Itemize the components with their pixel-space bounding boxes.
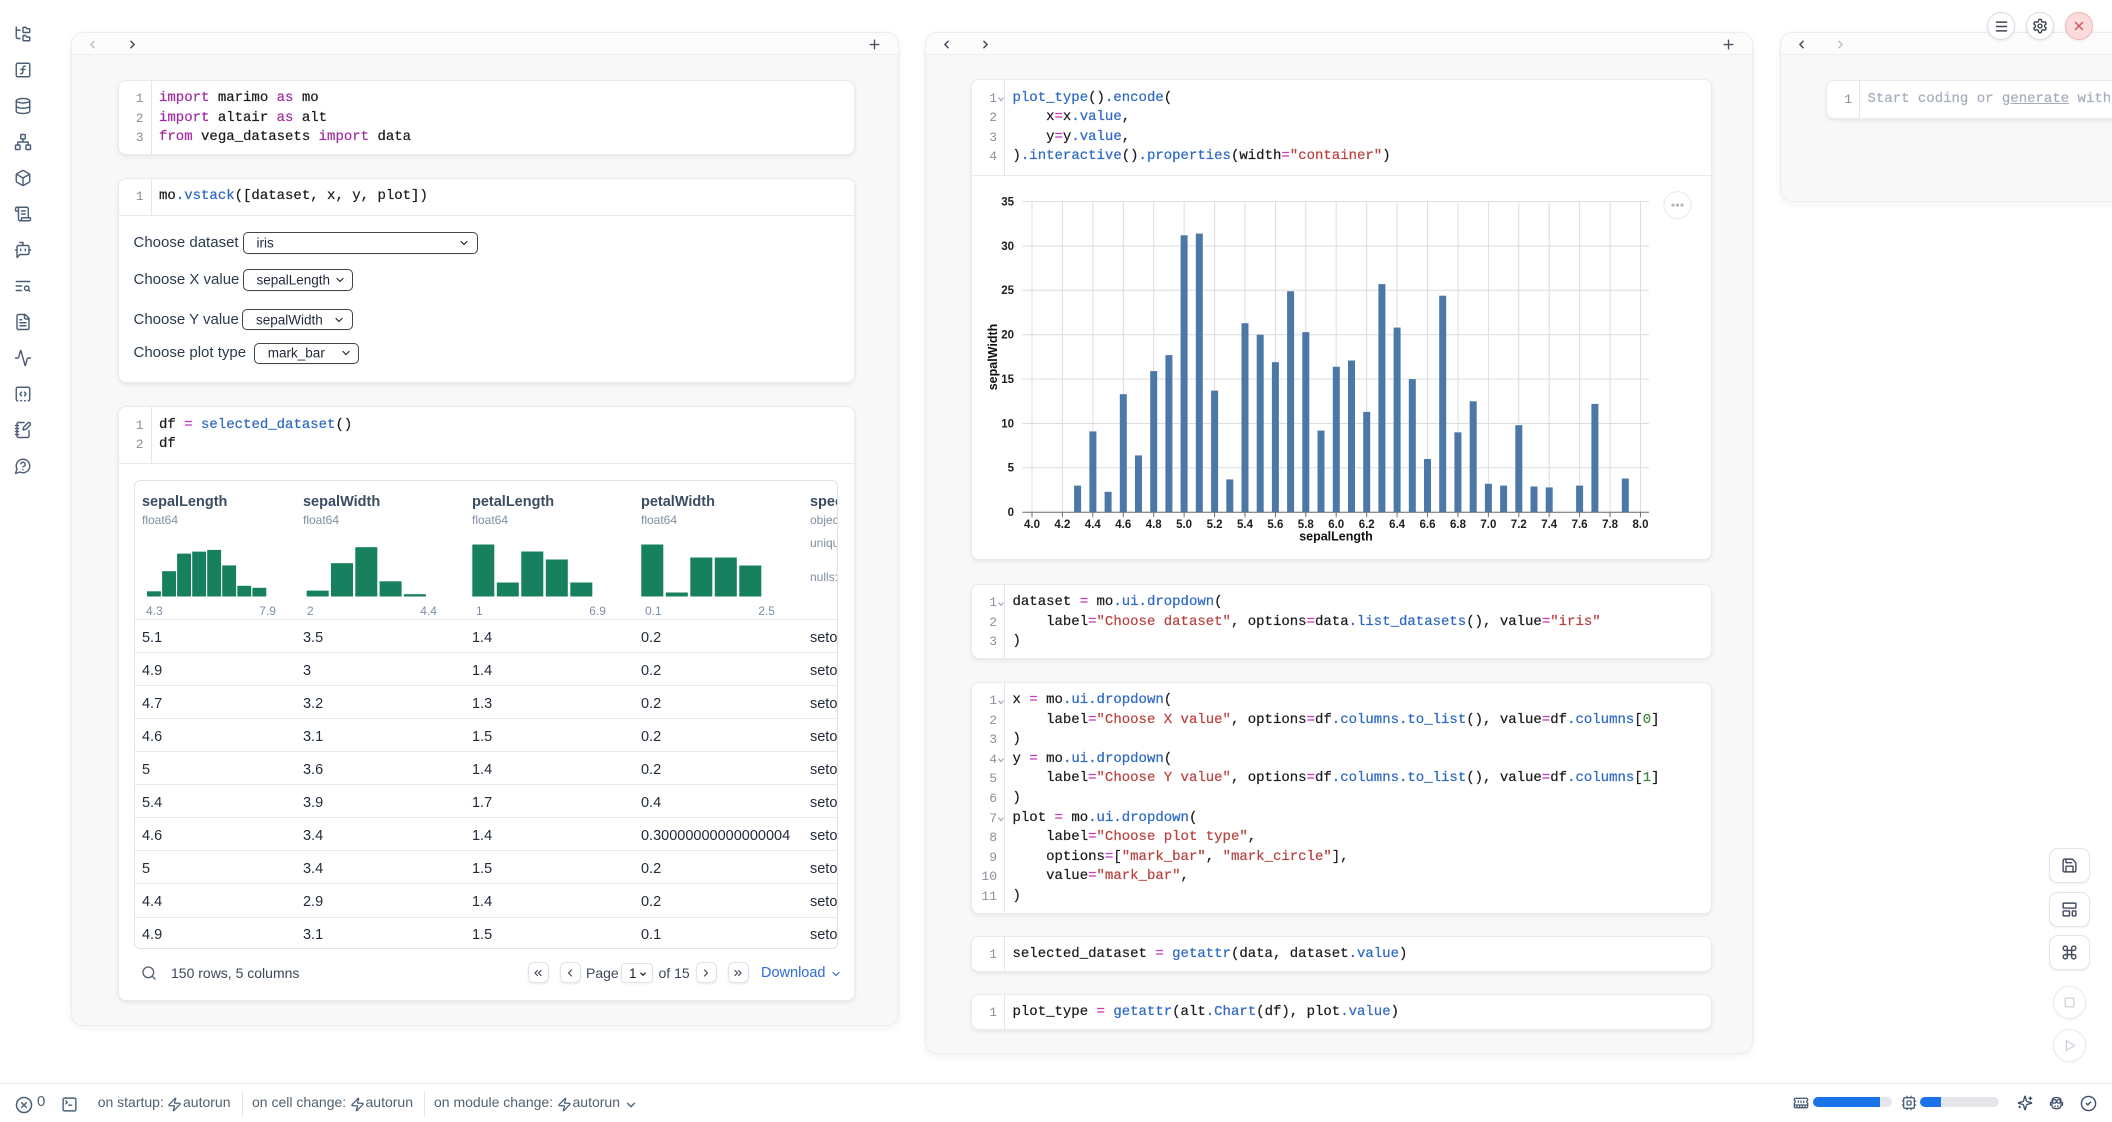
svg-text:20: 20 bbox=[1001, 330, 1014, 342]
svg-text:4.4: 4.4 bbox=[1085, 520, 1102, 532]
svg-text:15: 15 bbox=[1001, 374, 1014, 386]
svg-text:25: 25 bbox=[1001, 285, 1014, 297]
svg-text:0: 0 bbox=[1008, 507, 1014, 519]
svg-text:6.4: 6.4 bbox=[1389, 520, 1406, 532]
svg-text:10: 10 bbox=[1001, 419, 1014, 431]
svg-text:7.8: 7.8 bbox=[1602, 520, 1619, 532]
svg-text:8.0: 8.0 bbox=[1633, 520, 1649, 532]
svg-text:5.2: 5.2 bbox=[1207, 520, 1223, 532]
svg-text:7.0: 7.0 bbox=[1480, 520, 1496, 532]
svg-text:4.2: 4.2 bbox=[1054, 520, 1070, 532]
svg-text:5: 5 bbox=[1008, 463, 1015, 475]
svg-text:sepalLength: sepalLength bbox=[1299, 530, 1373, 544]
svg-text:5.0: 5.0 bbox=[1176, 520, 1192, 532]
svg-text:7.6: 7.6 bbox=[1572, 520, 1588, 532]
svg-text:4.6: 4.6 bbox=[1115, 520, 1131, 532]
svg-text:sepalWidth: sepalWidth bbox=[986, 324, 1000, 391]
svg-text:5.4: 5.4 bbox=[1237, 520, 1254, 532]
svg-text:5.6: 5.6 bbox=[1267, 520, 1283, 532]
svg-text:4.8: 4.8 bbox=[1146, 520, 1163, 532]
svg-text:7.4: 7.4 bbox=[1541, 520, 1558, 532]
svg-text:6.6: 6.6 bbox=[1420, 520, 1436, 532]
svg-text:30: 30 bbox=[1001, 241, 1014, 253]
svg-text:6.8: 6.8 bbox=[1450, 520, 1467, 532]
svg-text:4.0: 4.0 bbox=[1024, 520, 1040, 532]
svg-text:35: 35 bbox=[1001, 197, 1014, 209]
svg-text:7.2: 7.2 bbox=[1511, 520, 1527, 532]
